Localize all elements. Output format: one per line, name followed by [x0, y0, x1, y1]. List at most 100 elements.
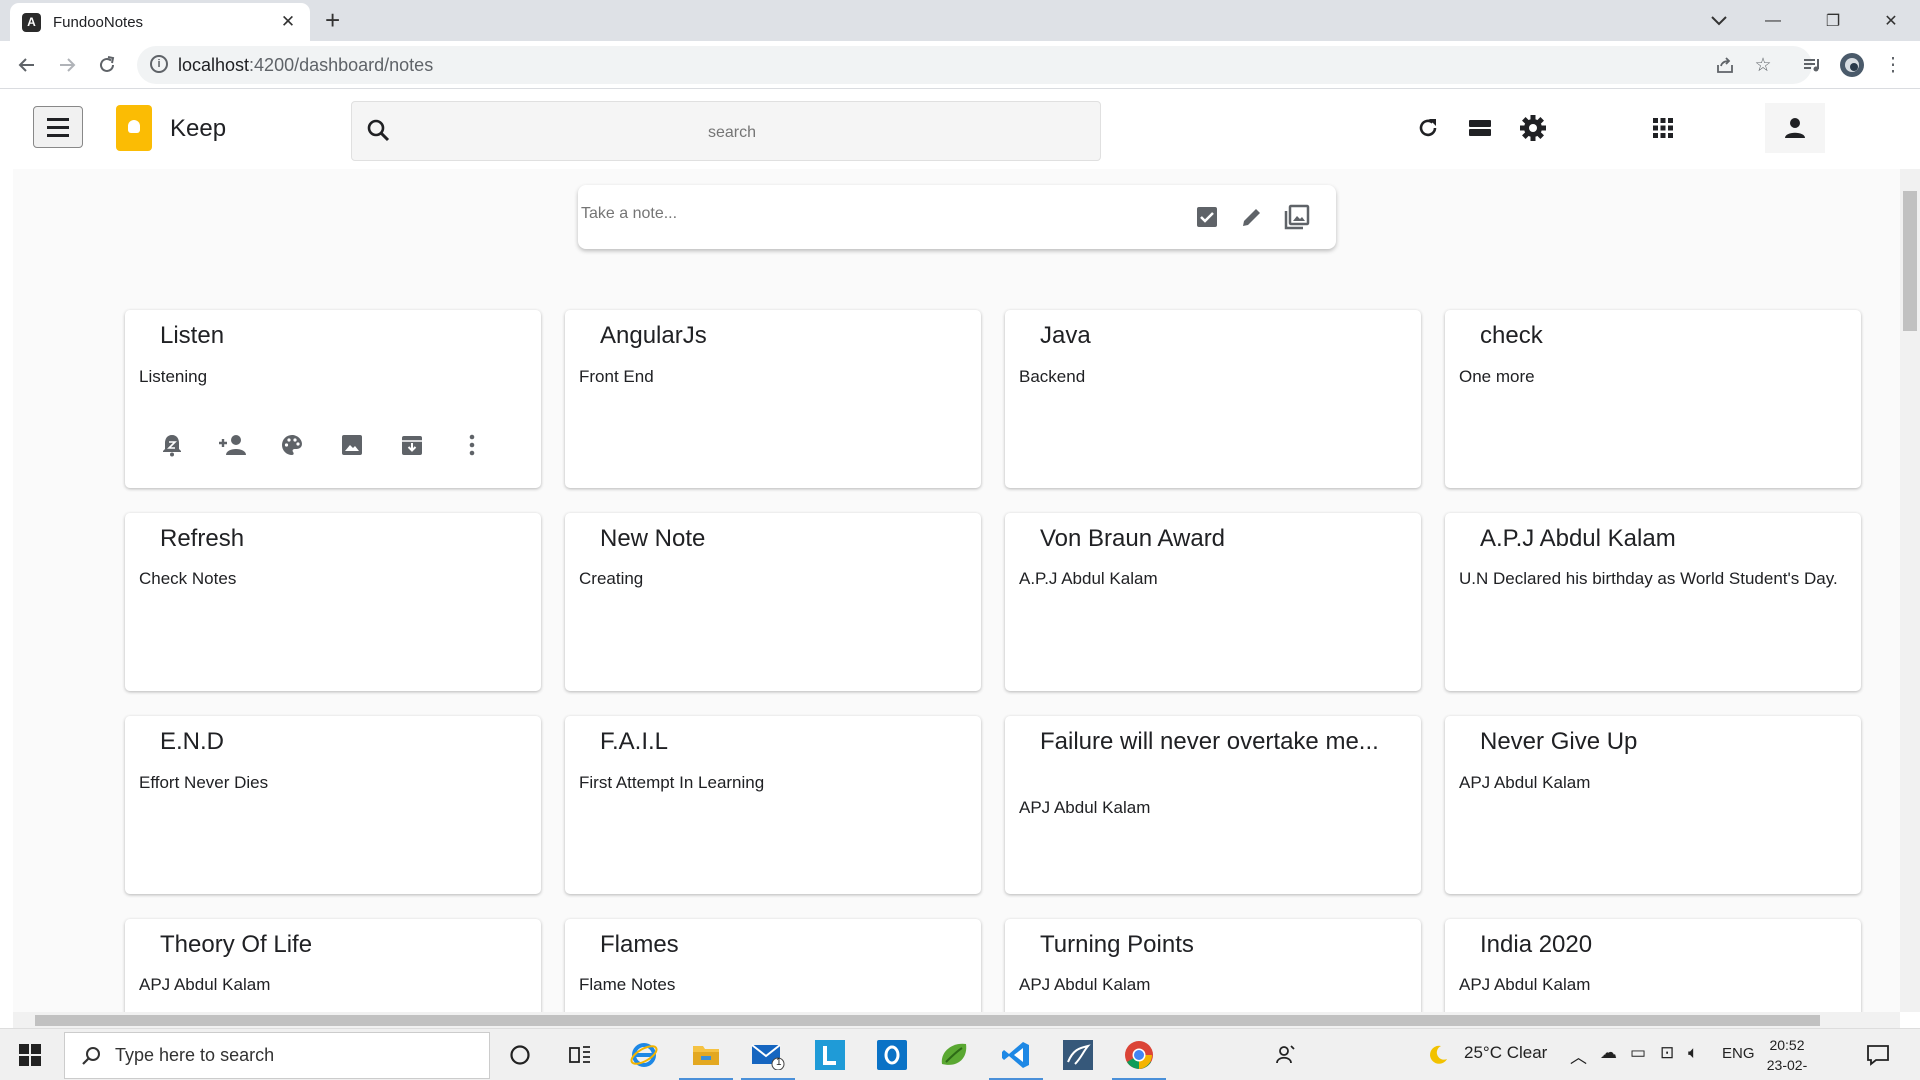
taskbar-search-text[interactable]: Type here to search — [115, 1045, 274, 1066]
screen: A FundooNotes ✕ + — ❐ ✕ i localhost:4200… — [0, 0, 1920, 1080]
note-card[interactable]: E.N.D Effort Never Dies — [125, 716, 541, 894]
note-title: Turning Points — [1040, 931, 1194, 958]
chrome-icon[interactable] — [1112, 1037, 1166, 1080]
close-window-button[interactable]: ✕ — [1864, 0, 1918, 41]
browser-tab-strip: A FundooNotes ✕ + — ❐ ✕ — [0, 0, 1920, 41]
note-card[interactable]: New Note Creating — [565, 513, 981, 691]
image-icon[interactable] — [1283, 203, 1311, 231]
notifications-icon[interactable] — [1860, 1037, 1896, 1073]
note-title: F.A.I.L — [600, 728, 669, 755]
forward-arrow-icon[interactable] — [52, 50, 82, 80]
tab-search-chevron-down-icon[interactable] — [1692, 0, 1746, 41]
apps-grid-icon[interactable] — [1646, 111, 1680, 145]
profile-avatar[interactable] — [1839, 52, 1865, 78]
account-person-icon[interactable] — [1765, 103, 1825, 153]
note-body: Flame Notes — [579, 975, 676, 994]
note-card[interactable]: Refresh Check Notes — [125, 513, 541, 691]
note-body: APJ Abdul Kalam — [139, 975, 271, 994]
language-indicator[interactable]: ENG — [1722, 1045, 1755, 1062]
note-card[interactable]: Von Braun Award A.P.J Abdul Kalam — [1005, 513, 1421, 691]
list-view-icon[interactable] — [1463, 111, 1497, 145]
more-vertical-icon[interactable] — [455, 428, 489, 462]
angular-favicon-icon: A — [22, 12, 41, 32]
notes-content: Take a note... Listen Listening AngularJ… — [13, 169, 1900, 1012]
note-card[interactable]: F.A.I.L First Attempt In Learning — [565, 716, 981, 894]
vertical-scrollbar[interactable] — [1900, 169, 1920, 1012]
note-card[interactable]: AngularJs Front End — [565, 310, 981, 488]
share-icon[interactable] — [1712, 52, 1738, 78]
note-body: APJ Abdul Kalam — [1459, 975, 1591, 994]
l-app-icon[interactable] — [812, 1037, 848, 1073]
note-title: Flames — [600, 931, 679, 958]
take-note-placeholder[interactable]: Take a note... — [581, 205, 677, 223]
note-body: Creating — [579, 569, 644, 588]
note-card[interactable]: A.P.J Abdul Kalam U.N Declared his birth… — [1445, 513, 1861, 691]
internet-explorer-icon[interactable] — [626, 1037, 662, 1073]
mail-icon[interactable]: 1 — [741, 1037, 795, 1080]
note-body: Backend — [1019, 367, 1086, 386]
note-title: Theory Of Life — [160, 931, 313, 958]
taskbar-search-box[interactable]: Type here to search — [64, 1032, 490, 1079]
note-title: Von Braun Award — [1040, 525, 1226, 552]
reload-icon[interactable] — [92, 50, 122, 80]
note-body: APJ Abdul Kalam — [1019, 975, 1151, 994]
minimize-button[interactable]: — — [1746, 0, 1800, 41]
collaborator-add-person-icon[interactable] — [215, 428, 249, 462]
search-icon[interactable] — [366, 118, 392, 149]
search-input[interactable] — [412, 116, 1052, 150]
search-bar[interactable] — [351, 101, 1101, 161]
weather-text[interactable]: 25°C Clear — [1464, 1043, 1547, 1063]
archive-icon[interactable] — [395, 428, 429, 462]
address-bar[interactable]: i localhost:4200/dashboard/notes — [137, 46, 1812, 84]
outlook-icon[interactable] — [874, 1037, 910, 1073]
checkbox-icon[interactable] — [1193, 203, 1221, 231]
task-view-icon[interactable] — [562, 1037, 598, 1073]
note-title: Never Give Up — [1480, 728, 1638, 755]
note-title: Failure will never overtake me... — [1040, 728, 1379, 755]
note-card[interactable]: India 2020 APJ Abdul Kalam — [1445, 919, 1861, 1012]
onedrive-cloud-icon[interactable]: ☁ — [1600, 1043, 1617, 1063]
add-image-icon[interactable] — [335, 428, 369, 462]
settings-gear-icon[interactable] — [1516, 111, 1550, 145]
weather-moon-icon — [1420, 1037, 1456, 1073]
note-card[interactable]: Never Give Up APJ Abdul Kalam — [1445, 716, 1861, 894]
horizontal-scrollbar[interactable] — [13, 1012, 1900, 1028]
menu-hamburger-icon[interactable] — [33, 106, 83, 148]
note-card[interactable]: Flames Flame Notes — [565, 919, 981, 1012]
note-card[interactable]: Java Backend — [1005, 310, 1421, 488]
vertical-scroll-thumb[interactable] — [1903, 191, 1917, 331]
note-card[interactable]: check One more — [1445, 310, 1861, 488]
app-header: Keep — [13, 89, 1900, 169]
refresh-icon[interactable] — [1411, 111, 1445, 145]
network-icon[interactable]: ⊡ — [1660, 1043, 1674, 1063]
vscode-icon[interactable] — [989, 1037, 1043, 1080]
horizontal-scroll-thumb[interactable] — [35, 1015, 1820, 1026]
pencil-icon[interactable] — [1238, 203, 1266, 231]
browser-tab[interactable]: A FundooNotes ✕ — [10, 3, 310, 41]
palette-icon[interactable] — [275, 428, 309, 462]
back-arrow-icon[interactable] — [12, 50, 42, 80]
note-card[interactable]: Failure will never overtake me... APJ Ab… — [1005, 716, 1421, 894]
spring-tools-icon[interactable] — [936, 1037, 972, 1073]
file-explorer-icon[interactable] — [679, 1037, 733, 1080]
note-card[interactable]: Theory Of Life APJ Abdul Kalam — [125, 919, 541, 1012]
bookmark-star-icon[interactable]: ☆ — [1750, 52, 1776, 78]
browser-menu-icon[interactable]: ⋮ — [1880, 52, 1906, 78]
show-hidden-icons-chevron-up-icon[interactable]: ︿ — [1570, 1043, 1587, 1068]
people-icon[interactable] — [1268, 1037, 1304, 1073]
new-tab-button[interactable]: + — [325, 6, 340, 34]
site-info-icon[interactable]: i — [150, 55, 168, 73]
volume-icon[interactable]: 🔈︎ — [1688, 1043, 1698, 1063]
reading-list-icon[interactable] — [1799, 52, 1825, 78]
sql-workbench-icon[interactable] — [1060, 1037, 1096, 1073]
battery-icon[interactable]: ▭ — [1630, 1043, 1646, 1063]
cortana-circle-icon[interactable] — [502, 1037, 538, 1073]
note-card[interactable]: Listen Listening — [125, 310, 541, 488]
taskbar-clock[interactable]: 20:52 23-02-2022 — [1752, 1035, 1822, 1080]
take-note-bar[interactable]: Take a note... — [578, 185, 1336, 249]
restore-button[interactable]: ❐ — [1806, 0, 1860, 41]
tab-close-icon[interactable]: ✕ — [278, 12, 298, 32]
reminder-bell-icon[interactable] — [155, 428, 189, 462]
windows-start-icon[interactable] — [12, 1037, 48, 1073]
note-card[interactable]: Turning Points APJ Abdul Kalam — [1005, 919, 1421, 1012]
